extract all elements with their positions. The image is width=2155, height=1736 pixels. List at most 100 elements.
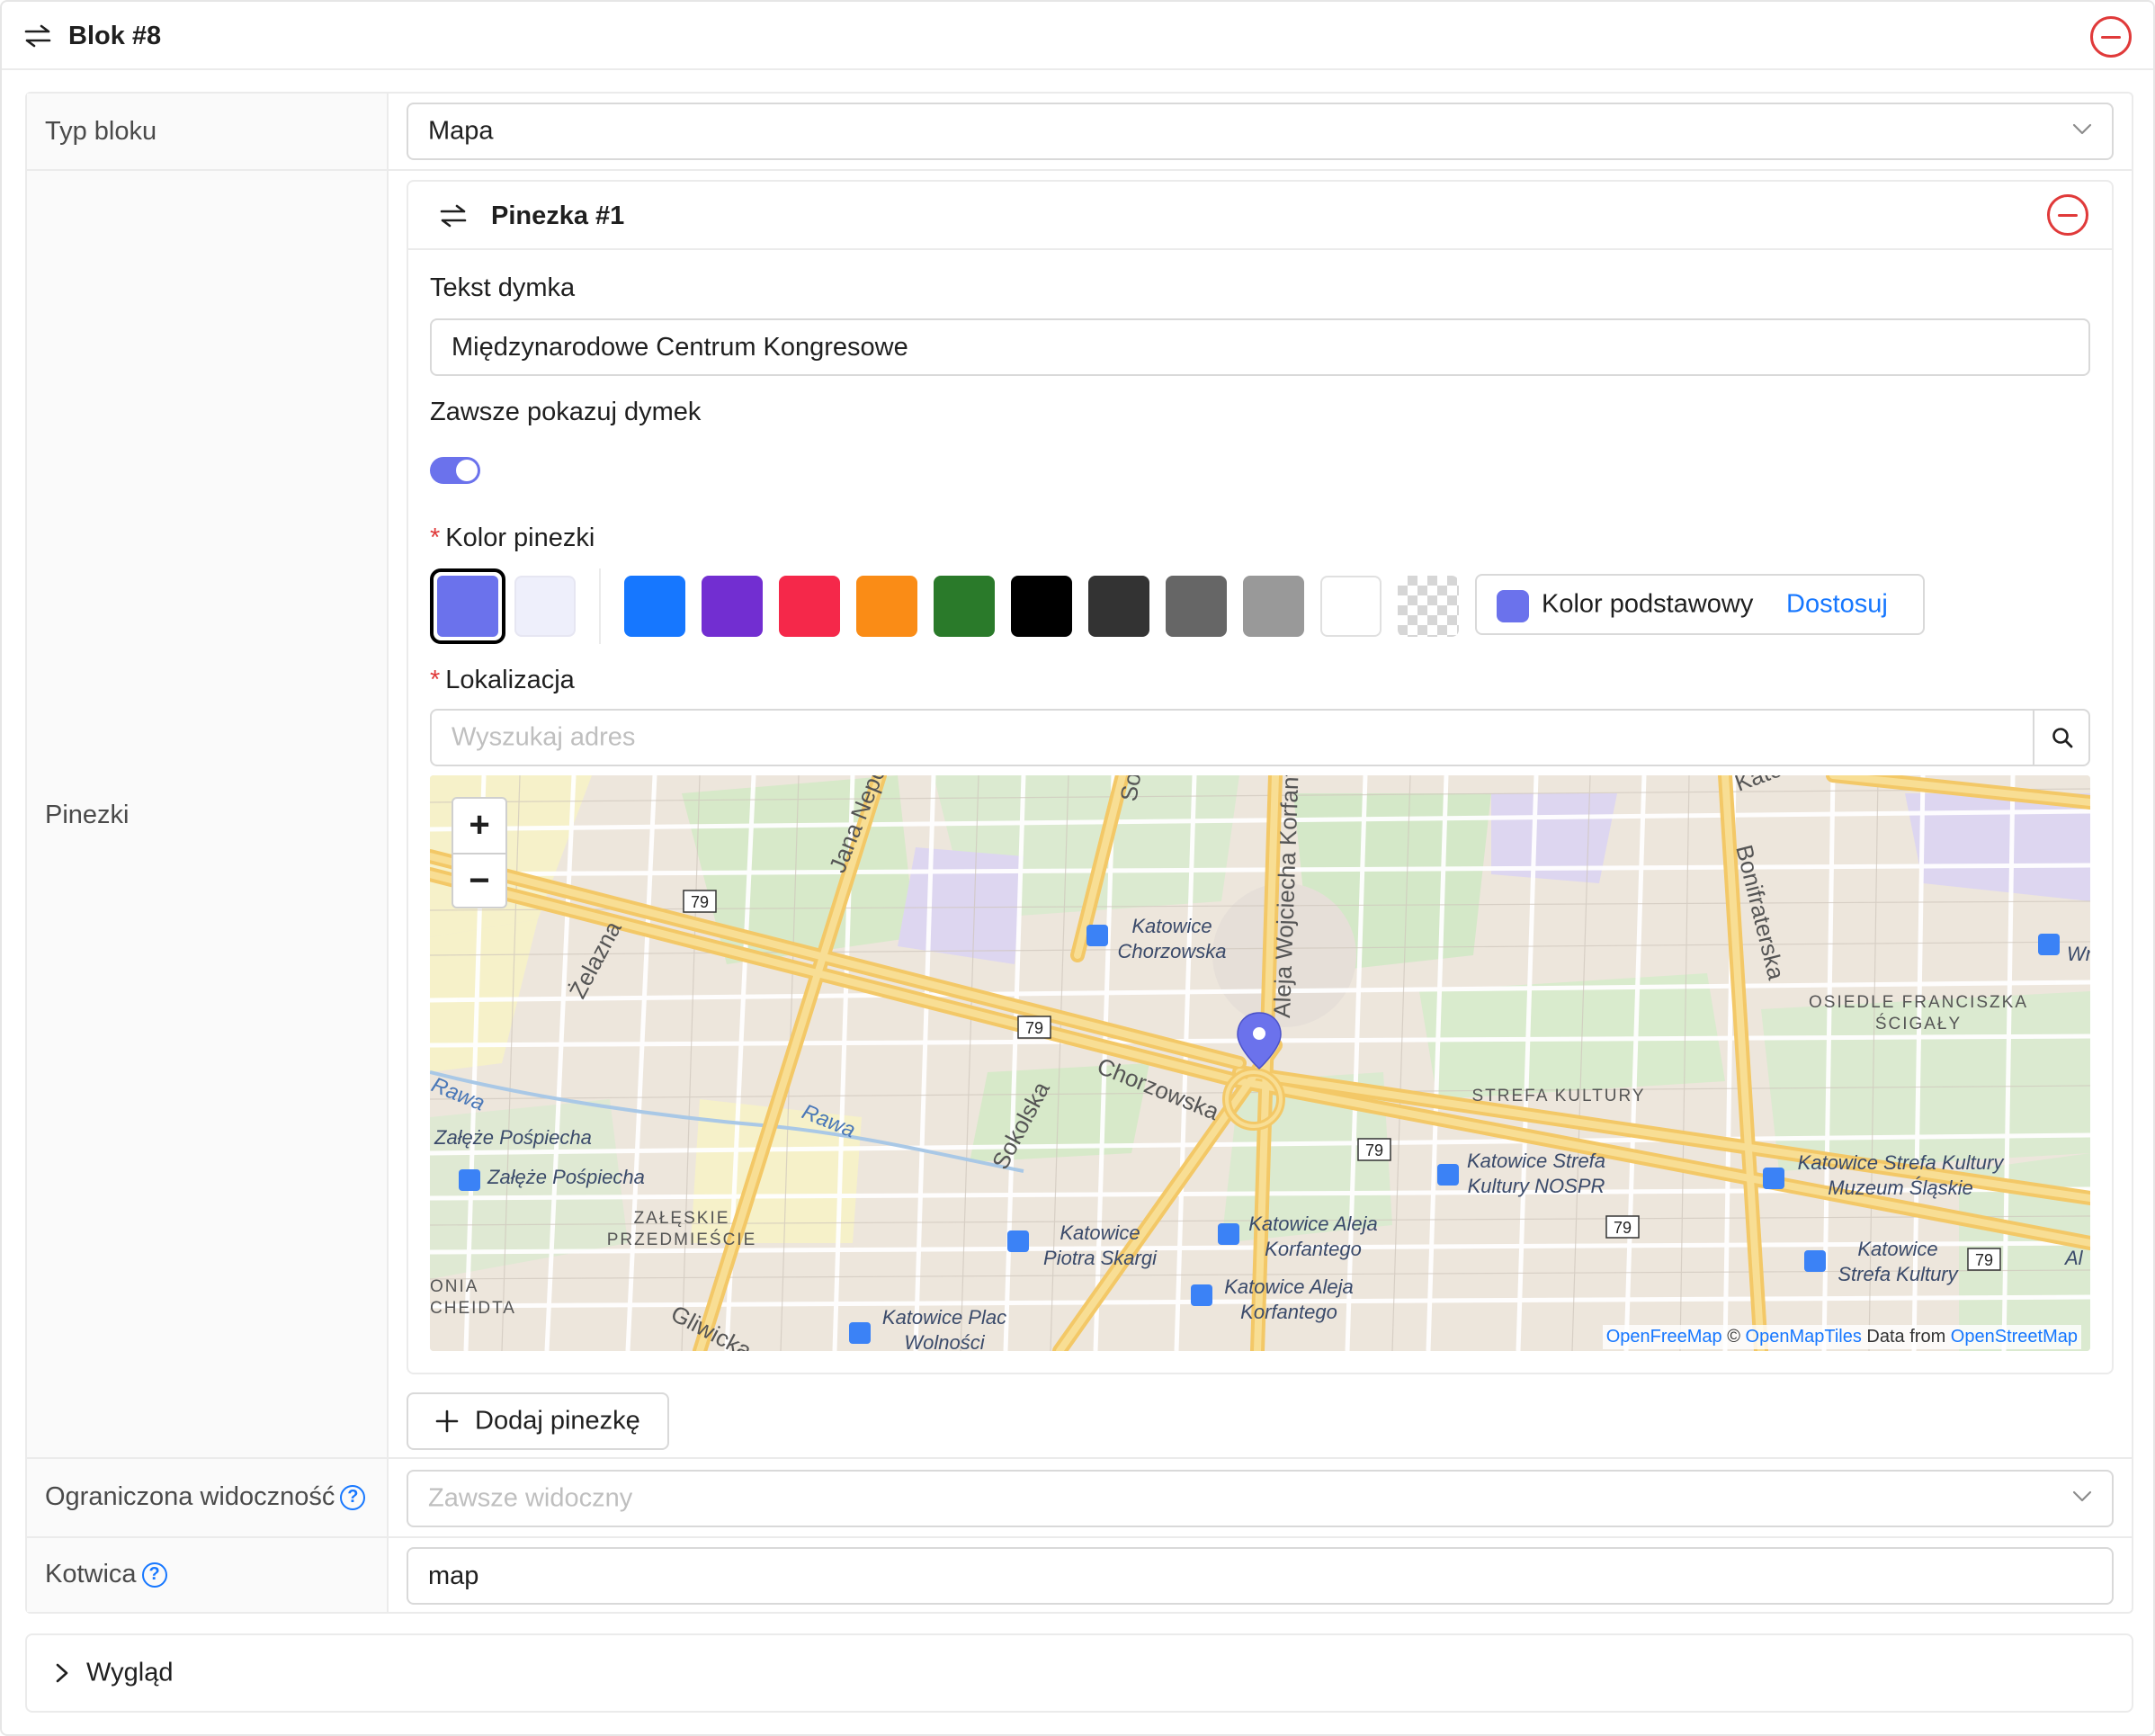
color-swatch-transparent[interactable] [1398,576,1459,637]
add-pin-label: Dodaj pinezkę [475,1406,640,1436]
block-card: Blok #8 Typ bloku Pinezki Ograniczona wi… [0,0,2155,1736]
map-label: Wr [2067,943,2090,965]
pin-color-label-text: Kolor pinezki [445,523,595,552]
pin-header: Pinezka #1 [408,182,2112,250]
map-label: CHEIDTA [430,1299,516,1318]
zoom-control: + − [452,797,507,908]
always-show-label: Zawsze pokazuj dymek [430,398,702,426]
required-mark: * [430,523,441,552]
color-swatch-green[interactable] [934,576,995,637]
map-view[interactable]: 79 79 79 79 79 Jana Nepom So Aleja Wojci… [430,775,2090,1351]
map-label: OSIEDLE FRANCISZKA [1809,993,2028,1012]
custom-color-dot [1497,590,1529,622]
svg-text:79: 79 [1614,1219,1632,1237]
attribution-separator: © [1721,1327,1746,1347]
visibility-label: Ograniczona widoczność? [45,1482,366,1512]
row-divider [27,1536,2132,1538]
block-title: Blok #8 [68,22,162,50]
color-swatch-purple[interactable] [702,576,763,637]
road-shield: 79 [683,890,717,913]
map-label: Chorzowska [1117,940,1226,962]
color-swatch-red[interactable] [779,576,840,637]
map-tiles: 79 79 79 79 79 Jana Nepom So Aleja Wojci… [430,775,2090,1351]
color-swatch-black[interactable] [1011,576,1072,637]
openmaptiles-link[interactable]: OpenMapTiles [1746,1327,1862,1347]
plus-icon [435,1409,459,1433]
remove-block-button[interactable] [2090,16,2132,58]
appearance-label: Wygląd [86,1658,174,1687]
always-show-toggle[interactable] [430,457,480,484]
map-label: Korfantego [1240,1301,1337,1323]
color-swatch-orange[interactable] [856,576,917,637]
road-shield: 79 [1605,1215,1640,1239]
block-type-value: Mapa [428,116,494,146]
map-label: Katowice Aleja [1248,1213,1377,1235]
required-mark: * [430,666,441,694]
zoom-out-button[interactable]: − [453,855,505,908]
visibility-label-text: Ograniczona widoczność [45,1482,335,1511]
color-swatch-light-gray[interactable] [1243,576,1304,637]
map-label: Katowice Strefa Kultury [1798,1151,2006,1174]
color-swatch-light[interactable] [514,576,576,637]
svg-text:79: 79 [1365,1141,1383,1159]
anchor-input[interactable]: map [407,1547,2114,1605]
color-swatch-dark-gray[interactable] [1088,576,1149,637]
address-search-input[interactable]: Wyszukaj adres [452,723,635,753]
swap-arrows-icon[interactable] [23,23,52,49]
map-label: Strefa Kultury [1838,1263,1959,1285]
color-swatch-white[interactable] [1320,576,1382,637]
swap-arrows-icon[interactable] [439,203,468,228]
block-type-select[interactable]: Mapa [407,103,2114,160]
pin-title: Pinezka #1 [491,201,625,230]
visibility-select[interactable]: Zawsze widoczny [407,1470,2114,1527]
anchor-label-text: Kotwica [45,1560,137,1588]
map-label: PRZEDMIEŚCIE [607,1230,757,1249]
customize-link[interactable]: Dostosuj [1786,590,1888,620]
color-swatch-selected[interactable] [430,568,505,644]
map-label: Kultury NOSPR [1468,1175,1605,1197]
map-label: ONIA [430,1277,478,1296]
map-label: ZAŁĘSKIE [634,1209,730,1228]
svg-text:79: 79 [1025,1019,1043,1037]
openfreemap-link[interactable]: OpenFreeMap [1606,1327,1722,1347]
map-label: Załęże Pośpiecha [487,1166,645,1188]
address-search: Wyszukaj adres [430,709,2090,766]
location-label-text: Lokalizacja [445,666,575,694]
search-icon [2052,728,2073,748]
visibility-placeholder: Zawsze widoczny [428,1483,633,1513]
swatch-separator [599,568,601,644]
map-label: Katowice [1857,1238,1937,1260]
tooltip-text-input[interactable]: Międzynarodowe Centrum Kongresowe [430,318,2090,376]
color-swatch-blue[interactable] [624,576,685,637]
svg-text:79: 79 [1975,1251,1993,1269]
chevron-down-icon [2072,123,2092,135]
map-label: ŚCIGAŁY [1875,1014,1962,1034]
pin-color-label: * Kolor pinezki [430,523,595,553]
location-label: * Lokalizacja [430,666,575,695]
row-divider [27,169,2132,171]
map-label: Muzeum Śląskie [1828,1177,1972,1199]
appearance-section-toggle[interactable]: Wygląd [25,1633,2133,1713]
color-swatch-gray[interactable] [1166,576,1227,637]
remove-pin-button[interactable] [2047,194,2088,236]
block-type-label: Typ bloku [45,117,157,146]
road-shield: 79 [1357,1138,1391,1161]
search-button[interactable] [2033,711,2088,765]
question-circle-icon[interactable]: ? [340,1485,366,1511]
map-label: Korfantego [1265,1238,1362,1260]
add-pin-button[interactable]: Dodaj pinezkę [407,1392,669,1450]
custom-color-label: Kolor podstawowy [1542,589,1754,619]
toggle-knob [456,460,478,481]
map-label: Katowice Aleja [1224,1275,1353,1298]
map-label: Piotra Skargi [1043,1247,1158,1269]
road-shield: 79 [1967,1248,2001,1271]
openstreetmap-link[interactable]: OpenStreetMap [1951,1327,2078,1347]
question-circle-icon[interactable]: ? [141,1562,167,1588]
map-label: Katowice Strefa [1467,1150,1605,1172]
map-label: Katowice [1131,915,1212,937]
zoom-in-button[interactable]: + [453,799,505,853]
anchor-label: Kotwica? [45,1560,167,1589]
custom-color-picker[interactable]: Kolor podstawowy Dostosuj [1475,574,1925,635]
block-header: Blok #8 [2,2,2153,70]
swatch-fill [437,576,498,637]
